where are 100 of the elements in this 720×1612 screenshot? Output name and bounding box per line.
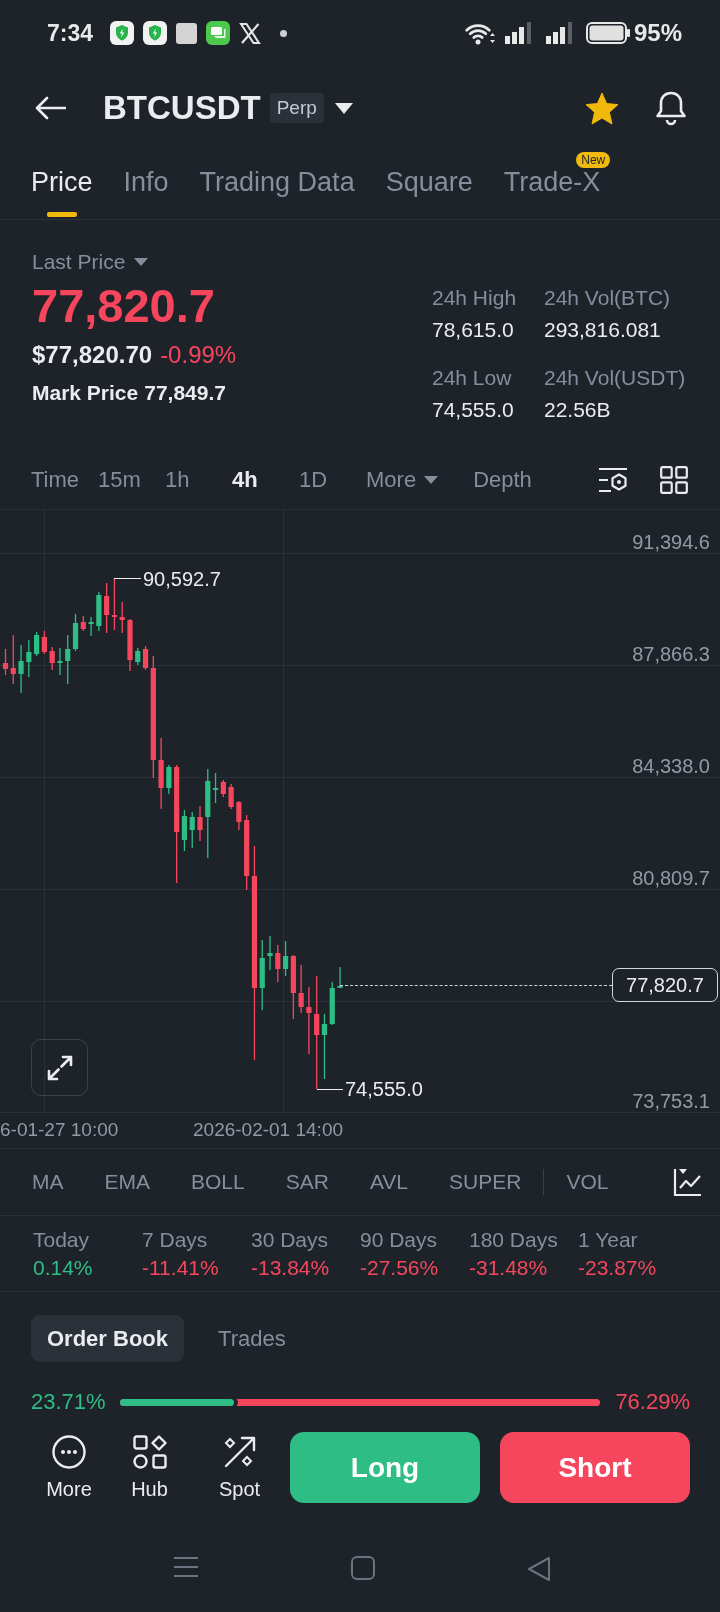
- mark-price-label: Mark Price: [32, 380, 139, 406]
- mark-price-value: 77,849.7: [144, 380, 226, 406]
- signal-icon: [504, 22, 533, 44]
- candlestick: [337, 967, 343, 988]
- interval-tab[interactable]: Depth: [473, 464, 541, 495]
- stat-label: 24h High: [432, 286, 518, 310]
- arrow-diamonds-icon: [222, 1435, 257, 1469]
- period-label: 30 Days: [251, 1228, 330, 1252]
- price-change: -0.99%: [160, 340, 237, 370]
- back-arrow-icon[interactable]: [34, 96, 66, 120]
- chat-app-icon: [206, 21, 231, 45]
- current-price-tag: 77,820.7: [612, 968, 718, 1002]
- new-badge: New: [576, 152, 611, 168]
- signal-icon: [545, 22, 574, 44]
- grid-icon[interactable]: [660, 465, 688, 494]
- period-label: 1 Year: [578, 1228, 639, 1252]
- interval-tab[interactable]: Time: [31, 464, 98, 495]
- spot-button[interactable]: Spot: [209, 1432, 270, 1501]
- square-icon[interactable]: [351, 1556, 375, 1580]
- stat-label: 24h Vol(BTC): [544, 286, 672, 310]
- candlestick: [166, 765, 172, 794]
- stat-value: 78,615.0: [432, 318, 515, 342]
- battery-percent: 95%: [633, 19, 682, 47]
- sell-ratio-text: 76.29%: [615, 1388, 690, 1416]
- indicator-tab[interactable]: VOL: [566, 1168, 609, 1196]
- indicator-tab[interactable]: MA: [32, 1168, 64, 1196]
- status-time: 7:34: [47, 19, 94, 47]
- last-price: 77,820.7: [32, 280, 216, 332]
- time-axis-label: 2026-02-01 14:00: [193, 1118, 343, 1142]
- back-icon[interactable]: [527, 1556, 551, 1582]
- period-change: -31.48%: [469, 1256, 549, 1280]
- price-axis-label: 73,753.1: [632, 1089, 710, 1113]
- tab[interactable]: Square: [385, 150, 473, 219]
- notification-dot-icon: [280, 29, 288, 37]
- more-dots-icon: [52, 1435, 86, 1469]
- price-axis-label: 91,394.6: [632, 530, 710, 554]
- wifi-icon: [462, 21, 495, 45]
- chart-settings-icon[interactable]: [598, 466, 628, 493]
- period-change: 0.14%: [33, 1256, 94, 1280]
- tab[interactable]: Info: [123, 150, 169, 219]
- order-book-tab[interactable]: Trades: [202, 1315, 302, 1362]
- caret-icon[interactable]: [334, 102, 353, 114]
- expand-button[interactable]: [31, 1039, 88, 1096]
- tab[interactable]: Price: [31, 150, 93, 219]
- period-change: -13.84%: [251, 1256, 331, 1280]
- interval-tab[interactable]: 1D: [299, 464, 366, 495]
- battery-icon: [585, 22, 630, 44]
- buy-ratio-text: 23.71%: [31, 1388, 106, 1416]
- period-label: 90 Days: [360, 1228, 439, 1252]
- expand-icon: [45, 1053, 74, 1082]
- candlestick: [236, 801, 242, 830]
- tab[interactable]: Trading Data: [199, 150, 355, 219]
- stat-value: 74,555.0: [432, 398, 515, 422]
- candlestick: [228, 784, 234, 809]
- star-icon[interactable]: [585, 91, 619, 125]
- price-axis-label: 87,866.3: [632, 642, 710, 666]
- caret-icon: [134, 258, 149, 266]
- stat-label: 24h Low: [432, 366, 513, 390]
- indicator-tab[interactable]: EMA: [104, 1168, 150, 1196]
- indicator-tab[interactable]: SUPER: [449, 1168, 522, 1196]
- short-button[interactable]: Short: [500, 1432, 690, 1503]
- long-button[interactable]: Long: [290, 1432, 480, 1503]
- period-change: -23.87%: [578, 1256, 658, 1280]
- interval-tab[interactable]: 4h: [232, 464, 299, 495]
- shapes-icon: [132, 1435, 167, 1469]
- interval-tab[interactable]: 15m: [98, 464, 165, 495]
- indicator-chart-icon[interactable]: [673, 1167, 703, 1197]
- indicator-tab[interactable]: BOLL: [191, 1168, 245, 1196]
- hub-button[interactable]: Hub: [119, 1432, 180, 1501]
- more-button[interactable]: More: [39, 1432, 99, 1501]
- shield-app-icon: [110, 21, 135, 45]
- stat-label: 24h Vol(USDT): [544, 366, 687, 390]
- bell-icon[interactable]: [655, 90, 687, 126]
- interval-tab[interactable]: More: [366, 464, 439, 495]
- caret-icon: [424, 475, 439, 484]
- price-axis-label: 84,338.0: [632, 754, 710, 778]
- leader-line: [316, 1089, 343, 1090]
- contract-type-badge: Perp: [269, 93, 324, 123]
- order-book-tab[interactable]: Order Book: [31, 1315, 185, 1362]
- period-change: -27.56%: [360, 1256, 440, 1280]
- indicator-tab[interactable]: AVL: [369, 1168, 409, 1196]
- candlestick: [127, 619, 133, 671]
- shield-app-icon: [143, 21, 168, 45]
- price-type-dropdown[interactable]: Last Price: [32, 249, 149, 275]
- menu-icon[interactable]: [173, 1556, 199, 1578]
- period-label: 180 Days: [469, 1228, 559, 1252]
- time-axis-label: 6-01-27 10:00: [0, 1118, 119, 1142]
- indicator-tab[interactable]: SAR: [285, 1168, 329, 1196]
- usd-price: $77,820.70: [32, 340, 153, 370]
- period-label: 7 Days: [142, 1228, 209, 1252]
- period-label: Today: [33, 1228, 91, 1252]
- letter-x-icon: [239, 22, 262, 44]
- square-app-icon: [176, 22, 198, 44]
- leader-line: [114, 578, 141, 579]
- candlestick: [96, 592, 102, 631]
- symbol-title: BTCUSDT: [103, 89, 261, 127]
- period-change: -11.41%: [142, 1256, 220, 1280]
- high-price-label: 90,592.7: [143, 567, 221, 591]
- interval-tab[interactable]: 1h: [165, 464, 232, 495]
- stat-value: 22.56B: [544, 398, 612, 422]
